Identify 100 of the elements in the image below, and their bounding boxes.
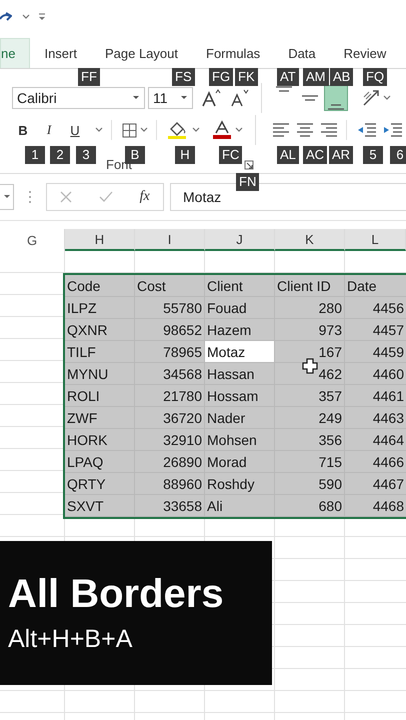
keytip-badge: 6 — [390, 146, 406, 164]
keytip-badge: AL — [277, 146, 299, 164]
font-name-field[interactable]: Calibri — [12, 87, 145, 109]
text-orientation-icon[interactable] — [362, 89, 380, 107]
align-lines-icon — [275, 86, 293, 92]
ribbon-tab[interactable]: Review — [330, 38, 400, 68]
table-cell: 715 — [275, 451, 345, 473]
shrink-font-icon[interactable] — [229, 89, 249, 107]
table-cell: 4459 — [345, 341, 406, 363]
keytip-badge: 5 — [363, 146, 383, 164]
name-box[interactable] — [0, 184, 14, 210]
redo-icon[interactable] — [0, 11, 12, 23]
table-cell: ROLI — [65, 385, 135, 407]
table-cell: Hossam — [205, 385, 275, 407]
table-cell: Roshdy — [205, 473, 275, 495]
increase-indent-icon[interactable] — [383, 122, 403, 138]
table-cell: 36720 — [135, 407, 205, 429]
table-cell: 4468 — [345, 495, 406, 517]
ribbon-tab[interactable]: ne — [0, 38, 30, 68]
caret-icon[interactable] — [235, 127, 243, 133]
keytip-badge: FC — [219, 146, 242, 164]
borders-icon[interactable] — [122, 122, 137, 138]
keytip-badge: AT — [277, 68, 299, 86]
table-cell: 280 — [275, 297, 345, 319]
column-header[interactable]: H — [65, 229, 135, 251]
table-cell: 88960 — [135, 473, 205, 495]
table-cell: 357 — [275, 385, 345, 407]
table-cell: 26890 — [135, 451, 205, 473]
table-cell: 33658 — [135, 495, 205, 517]
caret-icon[interactable] — [95, 127, 103, 133]
insert-function-button[interactable]: fx — [140, 189, 150, 205]
table-cell: ZWF — [65, 407, 135, 429]
table-cell: 973 — [275, 319, 345, 341]
ribbon-tab[interactable]: Data — [274, 38, 330, 68]
dialog-launcher-icon[interactable] — [244, 160, 254, 170]
table-cell: 4463 — [345, 407, 406, 429]
align-button[interactable] — [324, 85, 348, 111]
table-cell: Client — [205, 275, 275, 297]
keytip-badge: FQ — [363, 68, 388, 86]
caret-icon[interactable] — [383, 95, 391, 101]
keytip-badge: AM — [303, 68, 328, 86]
table-cell: ILPZ — [65, 297, 135, 319]
decrease-indent-icon[interactable] — [357, 122, 377, 138]
caption-shortcut: Alt+H+B+A — [8, 625, 134, 654]
font-size-field[interactable]: 11 — [148, 87, 193, 109]
table-cell: QRTY — [65, 473, 135, 495]
caret-icon[interactable] — [2, 194, 10, 200]
keytip-badge: AC — [303, 146, 328, 164]
keytip-badge: B — [125, 146, 145, 164]
table-cell: 4457 — [345, 319, 406, 341]
keytip-badge: FN — [236, 173, 260, 191]
keytip-badge: FK — [235, 68, 258, 86]
align-right-icon[interactable] — [320, 122, 338, 138]
align-left-icon[interactable] — [272, 122, 290, 138]
caret-icon[interactable] — [192, 127, 200, 133]
caret-icon[interactable] — [140, 127, 148, 133]
bold-button[interactable]: B — [14, 122, 32, 138]
fill-color-icon[interactable] — [167, 120, 189, 140]
table-cell: Cost — [135, 275, 205, 297]
table-cell: 4456 — [345, 297, 406, 319]
table-cell: 4467 — [345, 473, 406, 495]
grow-font-icon[interactable] — [201, 89, 221, 107]
customize-icon[interactable] — [38, 13, 46, 21]
table-cell: 98652 — [135, 319, 205, 341]
table-cell: 249 — [275, 407, 345, 429]
table-cell: Motaz — [205, 341, 275, 363]
ribbon-tab[interactable]: Insert — [30, 38, 91, 68]
table-cell: Ali — [205, 495, 275, 517]
keytip-badge: AR — [329, 146, 354, 164]
table-cell: TILF — [65, 341, 135, 363]
caret-icon[interactable] — [180, 95, 188, 101]
grip-icon — [28, 190, 32, 204]
table-cell: 34568 — [135, 363, 205, 385]
table-cell: HORK — [65, 429, 135, 451]
table-cell: 4464 — [345, 429, 406, 451]
keytip-badge: FF — [78, 68, 100, 86]
column-header[interactable]: I — [135, 229, 205, 251]
keytip-badge: 3 — [76, 146, 96, 164]
align-center-icon[interactable] — [296, 122, 314, 138]
table-cell: Code — [65, 275, 135, 297]
ribbon-tab[interactable]: Page Layout — [90, 38, 192, 68]
column-header[interactable]: L — [345, 229, 406, 251]
ribbon-tab[interactable]: Formulas — [192, 38, 274, 68]
table-cell: Nader — [205, 407, 275, 429]
keytip-badge: H — [175, 146, 195, 164]
underline-button[interactable]: U — [66, 122, 84, 138]
caption-title: All Borders — [8, 571, 225, 617]
caret-icon[interactable] — [132, 95, 140, 101]
italic-button[interactable]: I — [40, 122, 58, 138]
table-cell: 4460 — [345, 363, 406, 385]
column-header[interactable]: K — [275, 229, 345, 251]
table-cell: 55780 — [135, 297, 205, 319]
caret-icon[interactable] — [22, 14, 30, 20]
table-cell: 4461 — [345, 385, 406, 407]
font-color-icon[interactable] — [212, 120, 232, 140]
table-cell: QXNR — [65, 319, 135, 341]
column-header[interactable]: J — [205, 229, 275, 251]
table-cell: 356 — [275, 429, 345, 451]
align-lines-icon — [327, 104, 345, 110]
table-cell: Hassan — [205, 363, 275, 385]
